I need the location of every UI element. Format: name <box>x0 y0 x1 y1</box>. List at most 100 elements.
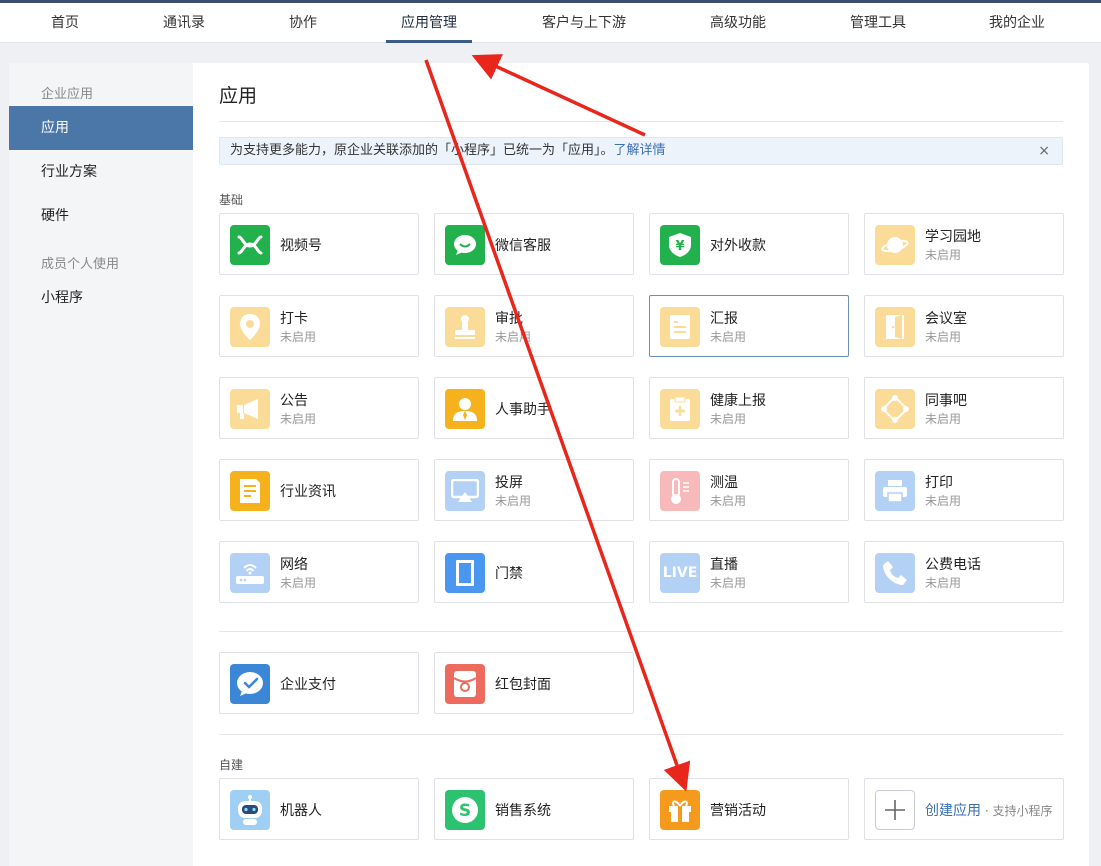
app-name: 对外收款 <box>710 238 766 254</box>
app-icon-tile: S <box>445 790 485 830</box>
app-card[interactable]: 机器人 <box>219 778 419 840</box>
app-card[interactable]: 公告 未启用 <box>219 377 419 439</box>
app-status: 未启用 <box>280 412 317 426</box>
nav-advanced[interactable]: 高级功能 <box>697 3 779 43</box>
app-status: 未启用 <box>495 330 532 344</box>
create-icon-tile <box>875 790 915 830</box>
top-navigation: 首页 通讯录 协作 应用管理 客户与上下游 高级功能 管理工具 我的企业 <box>0 3 1101 43</box>
app-icon-tile <box>445 664 485 704</box>
app-card[interactable]: 企业支付 <box>219 652 419 714</box>
group-label-basic: 基础 <box>219 193 244 207</box>
app-icon-tile <box>230 553 270 593</box>
app-name: 打卡 <box>280 311 308 327</box>
gift-icon <box>667 797 693 823</box>
page-title: 应用 <box>219 85 258 107</box>
app-card[interactable]: 测温 未启用 <box>649 459 849 521</box>
app-card[interactable]: 行业资讯 <box>219 459 419 521</box>
news-icon <box>239 478 261 504</box>
app-card[interactable]: 审批 未启用 <box>434 295 634 357</box>
sidebar-item-apps[interactable]: 应用 <box>9 106 193 150</box>
network-icon <box>881 395 909 423</box>
plus-icon <box>884 799 906 821</box>
nav-collaboration[interactable]: 协作 <box>271 3 335 43</box>
megaphone-icon <box>236 398 264 420</box>
app-icon-tile: LIVE <box>660 553 700 593</box>
app-icon-tile <box>875 471 915 511</box>
app-card[interactable]: 视频号 <box>219 213 419 275</box>
app-card[interactable]: 投屏 未启用 <box>434 459 634 521</box>
person-icon <box>452 396 478 422</box>
app-card[interactable]: 会议室 未启用 <box>864 295 1064 357</box>
nav-admin-tools[interactable]: 管理工具 <box>837 3 919 43</box>
phone-icon <box>882 560 908 586</box>
app-card[interactable]: 同事吧 未启用 <box>864 377 1064 439</box>
app-status: 未启用 <box>280 330 317 344</box>
app-name: 红包封面 <box>495 677 551 693</box>
nav-customers[interactable]: 客户与上下游 <box>532 3 636 43</box>
app-card[interactable]: 门禁 <box>434 541 634 603</box>
sidebar-item-hardware[interactable]: 硬件 <box>9 194 193 238</box>
app-status: 未启用 <box>710 412 747 426</box>
app-card[interactable]: 微信客服 <box>434 213 634 275</box>
robot-icon <box>235 794 265 826</box>
section-divider-1 <box>219 631 1063 632</box>
report-icon <box>668 314 692 340</box>
learn-more-link[interactable]: 了解详情 <box>614 143 666 158</box>
close-icon[interactable]: × <box>1038 138 1050 164</box>
app-card[interactable]: 人事助手 <box>434 377 634 439</box>
app-card[interactable]: 健康上报 未启用 <box>649 377 849 439</box>
planet-icon <box>881 233 909 257</box>
app-status: 未启用 <box>925 494 962 508</box>
sidebar-item-mini-program[interactable]: 小程序 <box>9 276 193 320</box>
app-name: 机器人 <box>280 803 322 819</box>
app-icon-tile <box>445 553 485 593</box>
app-icon-tile <box>660 790 700 830</box>
svg-text:¥: ¥ <box>675 239 684 254</box>
nav-my-company[interactable]: 我的企业 <box>976 3 1058 43</box>
nav-app-management[interactable]: 应用管理 <box>386 3 472 43</box>
app-card[interactable]: 打卡 未启用 <box>219 295 419 357</box>
app-name: 健康上报 <box>710 393 766 409</box>
app-icon-tile <box>230 471 270 511</box>
screen-cast-icon <box>451 479 479 503</box>
app-card[interactable]: 学习园地 未启用 <box>864 213 1064 275</box>
sidebar-item-industry[interactable]: 行业方案 <box>9 150 193 194</box>
app-name: 测温 <box>710 475 738 491</box>
app-name: 企业支付 <box>280 677 336 693</box>
app-card[interactable]: 公费电话 未启用 <box>864 541 1064 603</box>
app-name: 学习园地 <box>925 229 981 245</box>
app-card[interactable]: 汇报 未启用 <box>649 295 849 357</box>
sales-icon: S <box>450 795 480 825</box>
app-status: 未启用 <box>710 576 747 590</box>
create-app-sub: · 支持小程序 <box>981 804 1053 818</box>
app-card[interactable]: LIVE 直播未启用 <box>649 541 849 603</box>
app-icon-tile <box>445 471 485 511</box>
app-status: 未启用 <box>280 576 317 590</box>
app-icon-tile <box>875 553 915 593</box>
app-name: 同事吧 <box>925 393 967 409</box>
sidebar-section-enterprise: 企业应用 <box>41 87 94 102</box>
chat-bubble-icon <box>452 233 478 257</box>
app-icon-tile <box>230 307 270 347</box>
app-card[interactable]: 打印 未启用 <box>864 459 1064 521</box>
section-divider-2 <box>219 734 1063 735</box>
stamp-icon <box>453 314 477 340</box>
door-icon <box>883 314 907 340</box>
app-card[interactable]: 红包封面 <box>434 652 634 714</box>
app-status: 未启用 <box>710 330 747 344</box>
app-name: 直播 <box>710 557 738 573</box>
app-status: 未启用 <box>925 330 962 344</box>
app-icon-tile <box>445 389 485 429</box>
app-name: 销售系统 <box>495 803 551 819</box>
nav-contacts[interactable]: 通讯录 <box>152 3 216 43</box>
app-card[interactable]: 营销活动 <box>649 778 849 840</box>
create-app-button[interactable]: 创建应用 · 支持小程序 <box>864 778 1064 840</box>
app-card[interactable]: ¥ 对外收款 <box>649 213 849 275</box>
app-name: 会议室 <box>925 311 967 327</box>
app-name: 公费电话 <box>925 557 981 573</box>
create-app-label: 创建应用 · 支持小程序 <box>925 800 1052 820</box>
nav-home[interactable]: 首页 <box>34 3 96 43</box>
notice-bar: 为支持更多能力，原企业关联添加的「小程序」已统一为「应用」。了解详情 × <box>219 137 1063 165</box>
app-card[interactable]: 网络 未启用 <box>219 541 419 603</box>
app-card[interactable]: S 销售系统 <box>434 778 634 840</box>
